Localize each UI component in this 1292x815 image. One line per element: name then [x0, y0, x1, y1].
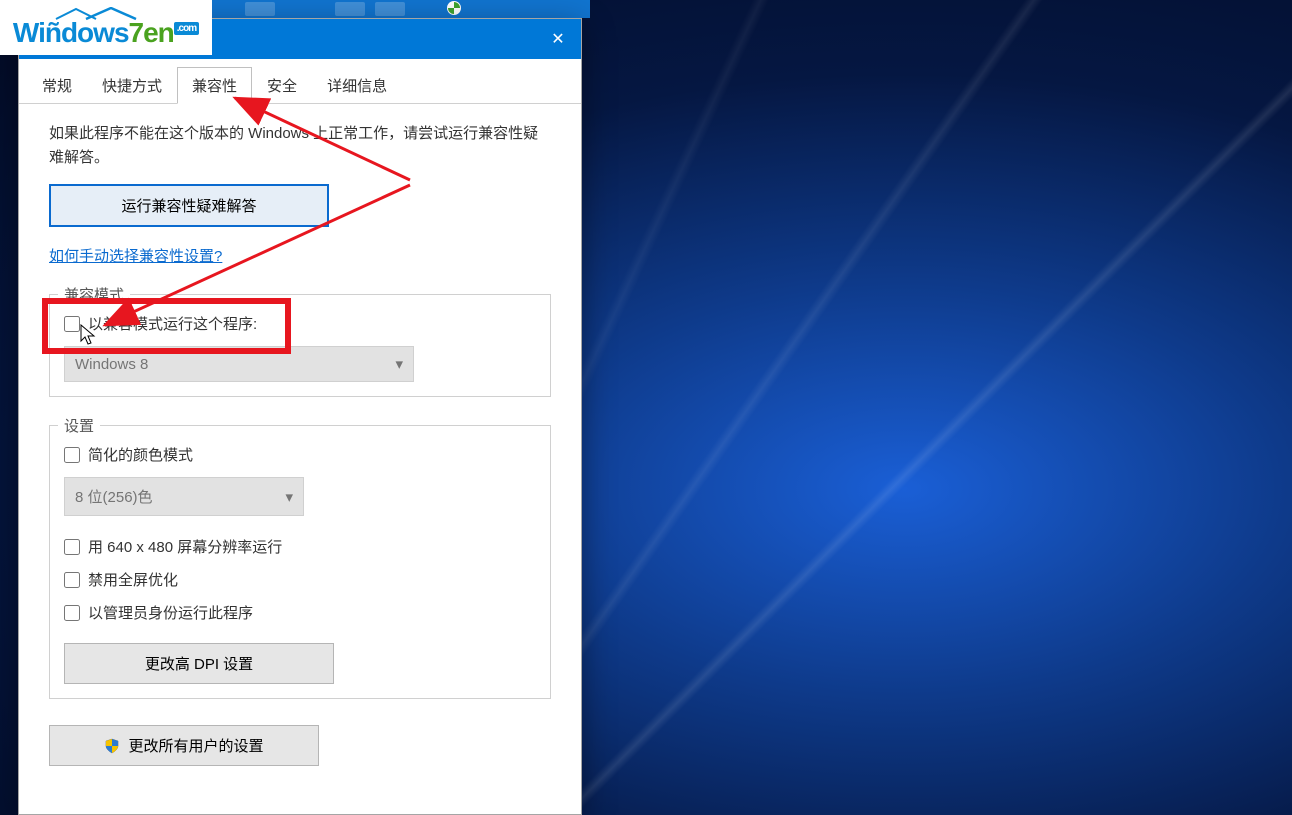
resolution-checkbox[interactable] — [64, 539, 80, 555]
tab-details[interactable]: 详细信息 — [312, 67, 402, 103]
reduced-color-checkbox[interactable] — [64, 447, 80, 463]
uac-shield-icon — [104, 738, 120, 754]
disable-fullscreen-label: 禁用全屏优化 — [88, 569, 178, 590]
disable-fullscreen-checkbox[interactable] — [64, 572, 80, 588]
tab-bar: 常规 快捷方式 兼容性 安全 详细信息 — [19, 59, 581, 104]
troubleshoot-button[interactable]: 运行兼容性疑难解答 — [49, 184, 329, 227]
run-as-admin-row[interactable]: 以管理员身份运行此程序 — [64, 602, 536, 623]
close-button[interactable]: ✕ — [535, 19, 581, 59]
properties-dialog: ✕ 常规 快捷方式 兼容性 安全 详细信息 如果此程序不能在这个版本的 Wind… — [18, 18, 582, 815]
tab-shortcut[interactable]: 快捷方式 — [87, 67, 177, 103]
all-users-button[interactable]: 更改所有用户的设置 — [49, 725, 319, 766]
resolution-row[interactable]: 用 640 x 480 屏幕分辨率运行 — [64, 536, 536, 557]
settings-legend: 设置 — [58, 415, 100, 436]
chevron-down-icon: ▾ — [285, 488, 293, 506]
taskbar-app-icon[interactable] — [375, 2, 405, 16]
help-text: 如果此程序不能在这个版本的 Windows 上正常工作，请尝试运行兼容性疑难解答… — [49, 122, 551, 170]
run-as-admin-checkbox[interactable] — [64, 605, 80, 621]
run-as-admin-label: 以管理员身份运行此程序 — [88, 602, 253, 623]
compat-mode-checkbox[interactable] — [64, 316, 80, 332]
compatibility-panel: 如果此程序不能在这个版本的 Windows 上正常工作，请尝试运行兼容性疑难解答… — [19, 104, 581, 784]
tab-general[interactable]: 常规 — [27, 67, 87, 103]
taskbar-app-icon[interactable] — [335, 2, 365, 16]
watermark-logo: Wiñdows7en.com — [0, 0, 212, 55]
settings-group: 设置 简化的颜色模式 8 位(256)色 ▾ 用 640 x 480 屏幕分辨率… — [49, 425, 551, 699]
dpi-settings-button[interactable]: 更改高 DPI 设置 — [64, 643, 334, 684]
compat-mode-legend: 兼容模式 — [58, 284, 130, 305]
logo-text: Wiñdows7en.com — [13, 17, 199, 49]
taskbar-green-icon[interactable] — [438, 0, 470, 16]
compat-mode-label: 以兼容模式运行这个程序: — [88, 313, 257, 334]
resolution-label: 用 640 x 480 屏幕分辨率运行 — [88, 536, 282, 557]
tab-compatibility[interactable]: 兼容性 — [177, 67, 252, 104]
color-depth-dropdown[interactable]: 8 位(256)色 ▾ — [64, 477, 304, 516]
compat-os-dropdown[interactable]: Windows 8 ▾ — [64, 346, 414, 382]
compat-mode-group: 兼容模式 以兼容模式运行这个程序: Windows 8 ▾ — [49, 294, 551, 397]
tab-security[interactable]: 安全 — [252, 67, 312, 103]
taskbar-app-icon[interactable] — [245, 2, 275, 16]
chevron-down-icon: ▾ — [395, 355, 403, 373]
reduced-color-label: 简化的颜色模式 — [88, 444, 193, 465]
disable-fullscreen-row[interactable]: 禁用全屏优化 — [64, 569, 536, 590]
reduced-color-row[interactable]: 简化的颜色模式 — [64, 444, 536, 465]
compat-mode-checkbox-row[interactable]: 以兼容模式运行这个程序: — [64, 313, 536, 334]
close-icon: ✕ — [551, 29, 564, 49]
manual-settings-link[interactable]: 如何手动选择兼容性设置? — [49, 248, 222, 265]
